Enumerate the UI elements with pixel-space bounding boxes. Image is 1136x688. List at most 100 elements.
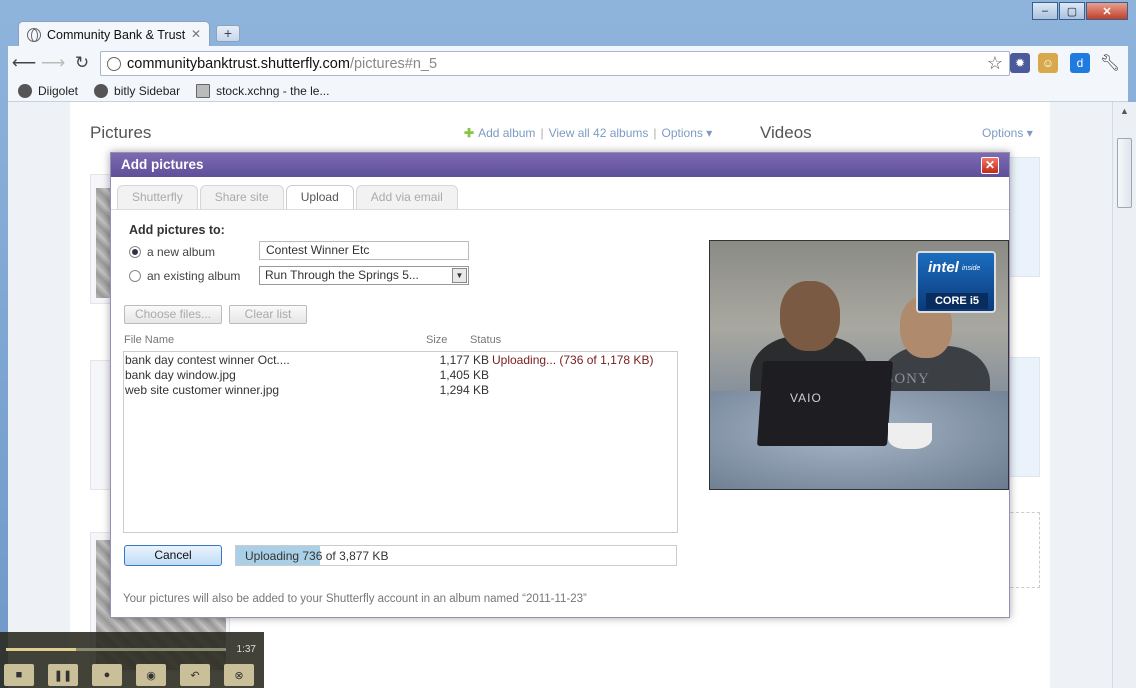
- pictures-options-link[interactable]: Options: [662, 126, 703, 140]
- page-globe-icon: [107, 56, 121, 71]
- dialog-title: Add pictures: [111, 153, 1009, 177]
- recorder-controls: ■ ❚❚ ● ◉ ↶ ⊗: [4, 664, 268, 686]
- add-album-icon: ✚: [464, 126, 475, 140]
- intel-logo: intel inside CORE i5: [916, 251, 996, 313]
- tab-upload[interactable]: Upload: [285, 185, 354, 209]
- maximize-button[interactable]: ▢: [1059, 2, 1085, 20]
- bookmark-label: bitly Sidebar: [114, 83, 181, 98]
- existing-album-selected: Run Through the Springs 5...: [265, 268, 419, 282]
- new-album-radio[interactable]: [129, 246, 141, 258]
- view-all-albums-link[interactable]: View all 42 albums: [549, 126, 649, 140]
- videos-title: Videos: [760, 123, 812, 142]
- intel-core: CORE i5: [926, 293, 988, 309]
- album-footnote: Your pictures will also be added to your…: [123, 593, 587, 605]
- pictures-links: ✚ Add album | View all 42 albums | Options ▾: [464, 126, 713, 140]
- file-size: 1,405 KB: [439, 368, 489, 382]
- webcam-icon[interactable]: ◉: [136, 664, 166, 686]
- upload-progress-text: Uploading 736 of 3,877 KB: [245, 549, 389, 563]
- dialog-close-icon[interactable]: ✕: [981, 157, 999, 174]
- new-album-option[interactable]: a new album: [129, 245, 215, 259]
- recording-track-fill: [6, 648, 76, 651]
- existing-album-select[interactable]: Run Through the Springs 5... ▼: [259, 266, 469, 285]
- microphone-icon[interactable]: ●: [92, 664, 122, 686]
- video-coffee-cup: [888, 423, 932, 449]
- intel-word: intel: [928, 259, 959, 276]
- browser-tab[interactable]: Community Bank & Trust ✕: [18, 21, 210, 47]
- extension-face-icon[interactable]: ☺: [1038, 53, 1058, 73]
- bookmark-star-icon[interactable]: ☆: [987, 53, 1003, 74]
- new-tab-button[interactable]: +: [216, 25, 240, 42]
- diigo-icon[interactable]: d: [1070, 53, 1090, 73]
- recording-time: 1:37: [236, 644, 256, 655]
- clear-list-button[interactable]: Clear list: [229, 305, 307, 324]
- tab-shutterfly[interactable]: Shutterfly: [117, 185, 198, 209]
- new-album-label: a new album: [147, 245, 216, 259]
- bookmark-globe-icon: [18, 83, 32, 98]
- file-name-header: File Name: [124, 334, 175, 346]
- address-bar[interactable]: communitybanktrust.shutterfly.com/pictur…: [100, 51, 1010, 76]
- extension-icon[interactable]: ✹: [1010, 53, 1030, 73]
- video-laptop: [757, 361, 893, 446]
- tab-share-site[interactable]: Share site: [199, 185, 284, 209]
- bookmarks-bar: Diigolet bitly Sidebar stock.xchng - the…: [8, 80, 1128, 102]
- file-list: bank day contest winner Oct.... 1,177 KB…: [123, 351, 678, 533]
- tabs-divider: [111, 209, 1009, 210]
- list-item: bank day contest winner Oct.... 1,177 KB…: [125, 353, 677, 368]
- add-album-link[interactable]: Add album: [478, 126, 535, 140]
- videos-options-label: Options: [982, 126, 1024, 140]
- window-close-button[interactable]: ✕: [1086, 2, 1128, 20]
- add-pictures-to-label: Add pictures to:: [129, 223, 225, 237]
- browser-window: – ▢ ✕ Community Bank & Trust ✕ + ⟵ ⟶ ↻ c…: [0, 0, 1136, 688]
- bookmark-bitly[interactable]: bitly Sidebar: [94, 83, 181, 98]
- page-scrollbar[interactable]: ▲: [1112, 102, 1136, 688]
- existing-album-radio[interactable]: [129, 270, 141, 282]
- screen-recorder-bar: 1:37 ■ ❚❚ ● ◉ ↶ ⊗: [0, 632, 264, 688]
- scroll-up-icon[interactable]: ▲: [1120, 106, 1129, 116]
- bookmark-label: Diigolet: [38, 83, 79, 98]
- pictures-title: Pictures: [90, 123, 152, 142]
- videos-options-link[interactable]: Options ▾: [982, 126, 1033, 140]
- bookmark-stockxchng[interactable]: stock.xchng - the le...: [196, 83, 330, 98]
- file-size: 1,294 KB: [439, 383, 489, 397]
- file-status: Uploading... (736 of 1,178 KB): [492, 353, 654, 367]
- choose-files-button[interactable]: Choose files...: [124, 305, 222, 324]
- globe-icon: [27, 27, 41, 42]
- tab-close-icon[interactable]: ✕: [191, 27, 201, 41]
- stop-icon[interactable]: ■: [4, 664, 34, 686]
- promo-video[interactable]: SONY VAIO intel inside CORE i5: [709, 240, 1009, 490]
- chevron-down-icon[interactable]: ▼: [452, 268, 467, 283]
- browser-toolbar: ⟵ ⟶ ↻ communitybanktrust.shutterfly.com /…: [8, 46, 1128, 80]
- status-header: Status: [470, 334, 502, 346]
- recording-track[interactable]: [6, 648, 226, 651]
- file-name: bank day window.jpg: [125, 368, 236, 382]
- window-controls: – ▢ ✕: [1031, 2, 1128, 20]
- dialog-tabs: Shutterfly Share site Upload Add via ema…: [117, 185, 460, 209]
- url-path: /pictures#n_5: [349, 55, 438, 72]
- list-item: web site customer winner.jpg 1,294 KB: [125, 383, 677, 398]
- cancel-button[interactable]: Cancel: [124, 545, 222, 566]
- existing-album-label: an existing album: [147, 269, 241, 283]
- minimize-button[interactable]: –: [1032, 2, 1058, 20]
- bookmark-image-icon: [196, 83, 211, 98]
- pause-icon[interactable]: ❚❚: [48, 664, 78, 686]
- undo-icon[interactable]: ↶: [180, 664, 210, 686]
- scroll-thumb[interactable]: [1117, 138, 1132, 208]
- list-item: bank day window.jpg 1,405 KB: [125, 368, 677, 383]
- intel-inside: inside: [962, 265, 981, 272]
- file-size: 1,177 KB: [439, 353, 489, 367]
- video-person-head: [780, 281, 840, 351]
- back-arrow-icon[interactable]: ⟵: [11, 50, 37, 76]
- new-album-name-input[interactable]: Contest Winner Etc: [259, 241, 469, 260]
- bookmark-diigolet[interactable]: Diigolet: [18, 83, 79, 98]
- bookmark-globe-icon: [94, 83, 109, 98]
- forward-arrow-icon[interactable]: ⟶: [40, 50, 66, 76]
- bookmark-label: stock.xchng - the le...: [216, 83, 330, 98]
- file-name: bank day contest winner Oct....: [125, 353, 290, 367]
- cancel-recording-icon[interactable]: ⊗: [224, 664, 254, 686]
- laptop-brand: VAIO: [790, 391, 822, 405]
- wrench-icon[interactable]: 🔧︎: [1100, 53, 1120, 73]
- file-name: web site customer winner.jpg: [125, 383, 280, 397]
- tab-add-via-email[interactable]: Add via email: [355, 185, 458, 209]
- existing-album-option[interactable]: an existing album: [129, 269, 240, 283]
- reload-icon[interactable]: ↻: [69, 50, 95, 76]
